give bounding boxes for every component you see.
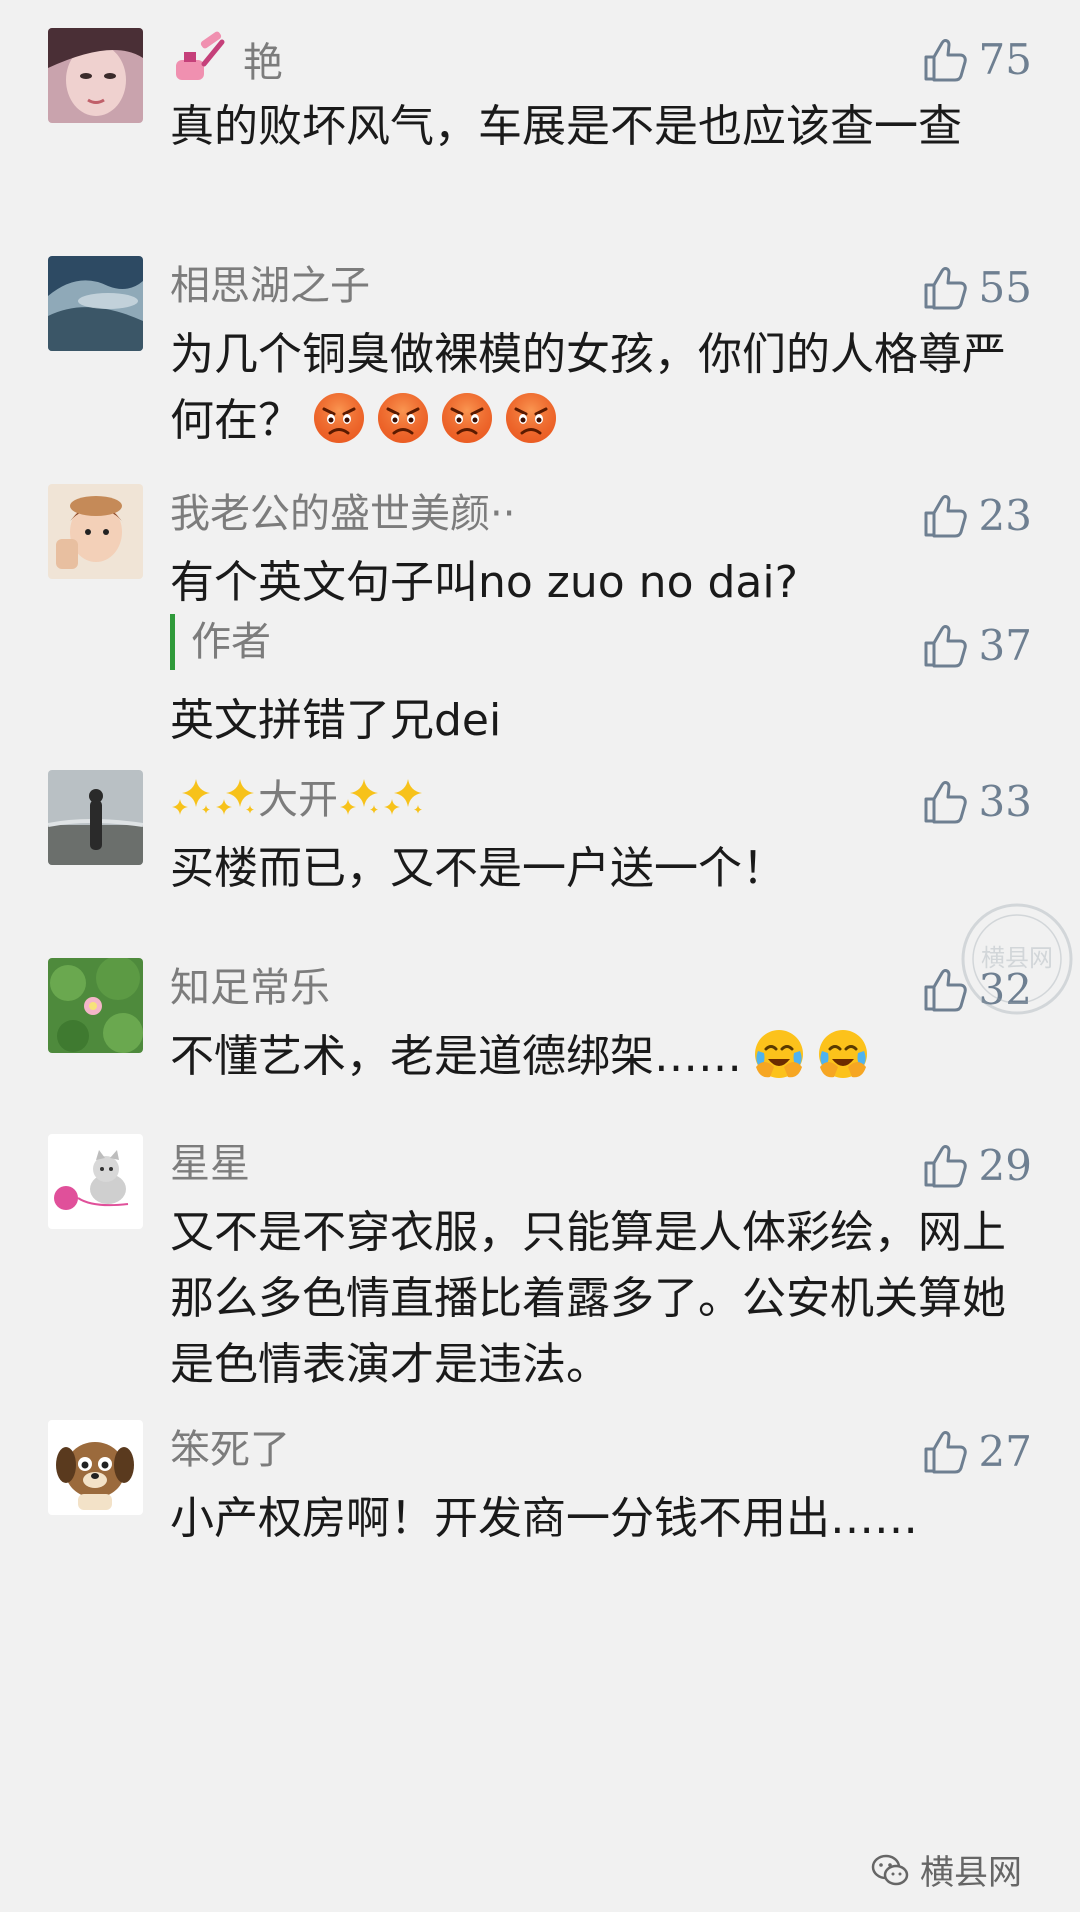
thumbs-up-icon <box>919 35 969 85</box>
thumbs-up-icon <box>919 777 969 827</box>
avatar[interactable] <box>48 484 143 579</box>
avatar[interactable] <box>48 770 143 865</box>
wechat-logo-icon <box>871 1854 909 1885</box>
thumbs-up-icon <box>919 1141 969 1191</box>
like-button[interactable]: 55 <box>919 260 1032 316</box>
like-button[interactable]: 37 <box>919 618 1032 674</box>
comment-username: 星星 <box>170 1141 250 1187</box>
reply-text: 英文拼错了兄dei <box>170 695 502 746</box>
like-count: 55 <box>978 263 1032 312</box>
like-count: 33 <box>978 777 1032 826</box>
comment-text: 又不是不穿衣服，只能算是人体彩绘，网上那么多色情直播比着露多了。公安机关算她是色… <box>170 1207 1006 1390</box>
thumbs-up-icon <box>919 621 969 671</box>
sparkles-icon <box>170 775 214 819</box>
reply-author-label: 作者 <box>170 614 271 670</box>
wechat-watermark: 横县网 <box>870 1845 1022 1894</box>
comment-text: 不懂艺术，老是道德绑架…… <box>170 1024 1030 1090</box>
like-count: 23 <box>978 491 1032 540</box>
sparkles-icon <box>338 775 382 819</box>
angry-face-icon <box>504 391 558 445</box>
avatar[interactable] <box>48 256 143 351</box>
thumbs-up-icon <box>919 491 969 541</box>
like-count: 29 <box>978 1141 1032 1190</box>
svg-text:横县网: 横县网 <box>981 944 1053 972</box>
like-button[interactable]: 33 <box>919 774 1032 830</box>
sparkles-icon <box>382 775 426 819</box>
comment-username: 我老公的盛世美颜·· <box>170 491 516 537</box>
comment-text: 有个英文句子叫no zuo no dai? <box>170 557 798 608</box>
sparkles-icon <box>214 775 258 819</box>
like-button[interactable]: 29 <box>919 1138 1032 1194</box>
avatar[interactable] <box>48 958 143 1053</box>
crying-laughing-face-icon <box>816 1027 870 1081</box>
like-count: 37 <box>978 621 1032 670</box>
watermark-text: 横县网 <box>920 1853 1022 1893</box>
comment-username: 大开 <box>170 772 426 828</box>
angry-face-icon <box>376 391 430 445</box>
avatar[interactable] <box>48 1134 143 1229</box>
like-button[interactable]: 75 <box>919 32 1032 88</box>
comment-text: 真的败坏风气，车展是不是也应该查一查 <box>170 101 962 152</box>
comment-username: 笨死了 <box>170 1427 290 1473</box>
like-count: 75 <box>978 35 1032 84</box>
comment-username: 知足常乐 <box>170 965 330 1011</box>
comment-text: 为几个铜臭做裸模的女孩，你们的人格尊严何在？ <box>170 329 1006 446</box>
comment-username: 相思湖之子 <box>170 263 370 309</box>
nail-polish-icon <box>176 31 225 80</box>
comment-username: 艳 <box>170 30 283 91</box>
angry-face-icon <box>312 391 366 445</box>
comment-list: 艳 75 真的败坏风气，车展是不是也应该查一查 相思湖之子 55 为几个铜臭做裸… <box>0 0 1080 1912</box>
thumbs-up-icon <box>919 1427 969 1477</box>
like-button[interactable]: 27 <box>919 1424 1032 1480</box>
like-count: 27 <box>978 1427 1032 1476</box>
crying-laughing-face-icon <box>752 1027 806 1081</box>
avatar[interactable] <box>48 1420 143 1515</box>
watermark-stamp: 横县网 <box>961 903 1073 1015</box>
thumbs-up-icon <box>919 263 969 313</box>
comment-text: 买楼而已，又不是一户送一个！ <box>170 843 786 894</box>
like-button[interactable]: 23 <box>919 488 1032 544</box>
angry-face-icon <box>440 391 494 445</box>
comment-text: 小产权房啊！开发商一分钱不用出…… <box>170 1493 918 1544</box>
avatar[interactable] <box>48 28 143 123</box>
